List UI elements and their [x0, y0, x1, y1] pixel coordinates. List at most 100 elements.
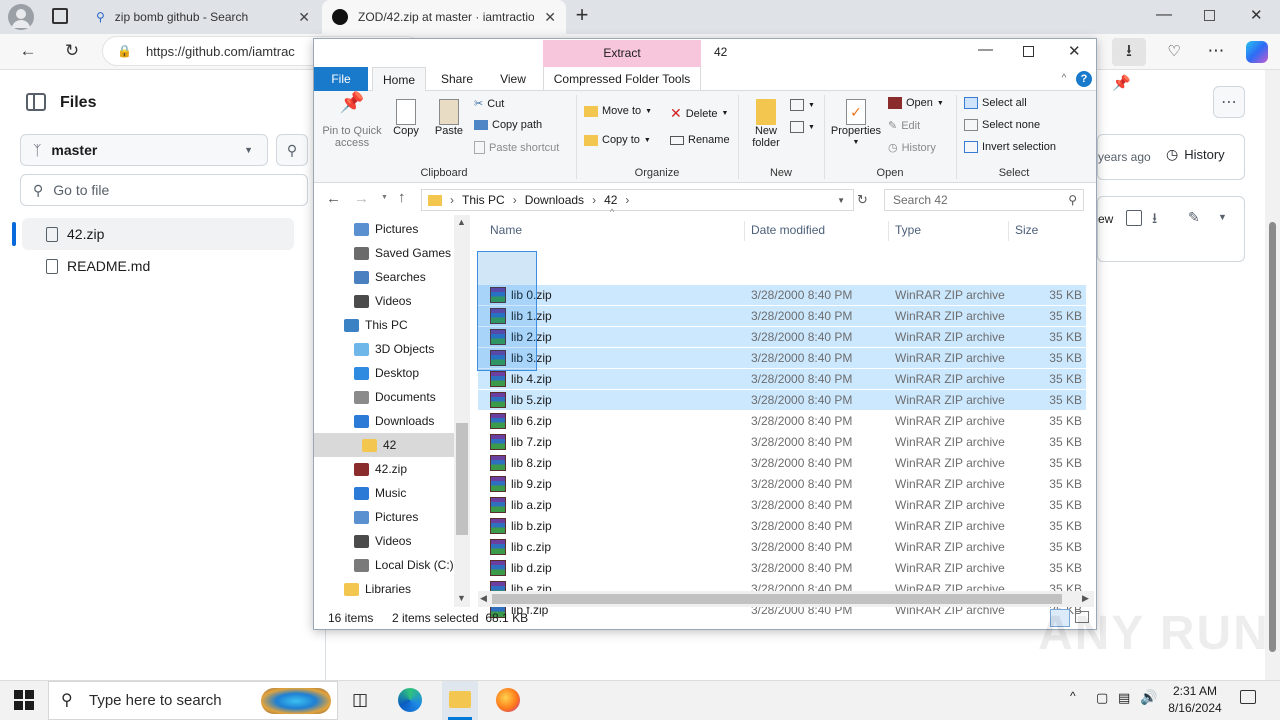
copilot-icon[interactable] [1246, 41, 1268, 63]
more-menu-icon[interactable]: ⋯ [1202, 37, 1230, 65]
more-options-button[interactable]: ⋯ [1213, 86, 1245, 118]
nav-item-music[interactable]: Music [314, 481, 454, 505]
tab-home[interactable]: Home [372, 67, 426, 92]
task-view-icon[interactable]: ◫ [342, 684, 378, 716]
copy-path-button[interactable]: Copy path [474, 119, 542, 131]
back-arrow-icon[interactable]: ← [14, 37, 42, 65]
close-icon[interactable]: ✕ [298, 9, 310, 26]
nav-item-documents[interactable]: Documents [314, 385, 454, 409]
file-row[interactable]: lib 7.zip 3/28/2000 8:40 PM WinRAR ZIP arc… [478, 432, 1086, 453]
browser-tab-search[interactable]: ⚲ zip bomb github - Search ✕ [86, 0, 320, 34]
cut-button[interactable]: ✂ Cut [474, 97, 504, 111]
raw-button[interactable]: ew [1098, 212, 1113, 226]
history-button[interactable]: ◷ History [888, 141, 936, 155]
nav-item-this-pc[interactable]: This PC [314, 313, 454, 337]
copy-button[interactable]: Copy [388, 97, 424, 137]
new-item-button[interactable]: ▼ [790, 99, 815, 111]
downloads-icon[interactable]: ⭳ [1112, 38, 1146, 66]
tab-compressed-folder-tools[interactable]: Compressed Folder Tools [543, 67, 701, 91]
file-row[interactable]: lib b.zip 3/28/2000 8:40 PM WinRAR ZIP arc… [478, 516, 1086, 537]
file-explorer-taskbar-button[interactable] [442, 681, 478, 720]
tab-actions-icon[interactable] [52, 8, 68, 24]
scroll-right-icon[interactable]: ▶ [1082, 593, 1089, 604]
scrollbar-thumb[interactable] [492, 594, 1062, 604]
easy-access-button[interactable]: ▼ [790, 121, 815, 133]
move-to-button[interactable]: Move to ▼ [584, 105, 652, 117]
show-hidden-icons-icon[interactable]: ^ [1070, 689, 1076, 703]
paste-shortcut-button[interactable]: Paste shortcut [474, 141, 559, 154]
file-row[interactable]: lib 9.zip 3/28/2000 8:40 PM WinRAR ZIP arc… [478, 474, 1086, 495]
close-button[interactable]: ✕ [1068, 42, 1081, 60]
tab-share[interactable]: Share [432, 67, 482, 91]
scroll-left-icon[interactable]: ◀ [480, 593, 487, 604]
column-header-size[interactable]: Size [1015, 223, 1038, 237]
nav-item-pictures[interactable]: Pictures [314, 505, 454, 529]
edge-browser-icon[interactable] [392, 684, 428, 716]
breadcrumb-this-pc[interactable]: This PC [462, 193, 505, 207]
recent-locations-icon[interactable]: ▼ [381, 194, 388, 201]
nav-item-videos[interactable]: Videos [314, 289, 454, 313]
invert-selection-button[interactable]: Invert selection [964, 141, 1056, 153]
tab-view[interactable]: View [490, 67, 536, 91]
open-button[interactable]: Open ▼ [888, 97, 944, 109]
notifications-icon[interactable] [1240, 690, 1256, 704]
tree-item-42-zip[interactable]: 42.zip [22, 218, 294, 250]
breadcrumb-downloads[interactable]: Downloads [525, 193, 584, 207]
go-to-file-input[interactable]: ⚲ Go to file [20, 174, 308, 206]
chevron-down-icon[interactable]: ▼ [837, 196, 845, 205]
file-row[interactable]: lib 4.zip 3/28/2000 8:40 PM WinRAR ZIP arc… [478, 369, 1086, 390]
nav-item-3d-objects[interactable]: 3D Objects [314, 337, 454, 361]
nav-item-desktop[interactable]: Desktop [314, 361, 454, 385]
horizontal-scrollbar[interactable]: ◀ ▶ [478, 591, 1094, 607]
page-scrollbar[interactable] [1265, 70, 1280, 680]
nav-item-42[interactable]: 42 [314, 433, 454, 457]
minimize-button[interactable]: — [978, 41, 993, 58]
file-row[interactable]: lib 6.zip 3/28/2000 8:40 PM WinRAR ZIP arc… [478, 411, 1086, 432]
new-folder-button[interactable]: New folder [744, 97, 788, 149]
extension-icon[interactable]: ♡ [1160, 37, 1188, 65]
close-browser-button[interactable]: ✕ [1250, 6, 1263, 24]
branch-selector[interactable]: ᛉ master ▼ [20, 134, 268, 166]
minimize-browser-button[interactable]: — [1156, 6, 1172, 24]
edit-pencil-icon[interactable]: ✎ [1188, 209, 1200, 226]
collapse-sidebar-icon[interactable] [26, 93, 46, 111]
scroll-down-icon[interactable]: ▼ [457, 593, 466, 603]
scrollbar-thumb[interactable] [1269, 222, 1276, 652]
tab-file[interactable]: File [314, 67, 368, 91]
nav-item-pictures[interactable]: Pictures [314, 217, 454, 241]
breadcrumb[interactable]: › This PC › Downloads › 42 › ▼ [421, 189, 854, 211]
browser-tab-github[interactable]: ZOD/42.zip at master · iamtractio ✕ [322, 0, 566, 34]
scroll-up-icon[interactable]: ▲ [457, 217, 466, 227]
copy-icon[interactable] [1126, 210, 1142, 226]
profile-icon[interactable] [8, 4, 34, 30]
column-header-date[interactable]: Date modified [751, 223, 825, 237]
breadcrumb-42[interactable]: 42 [604, 193, 617, 207]
tree-item-readme[interactable]: README.md [22, 250, 294, 282]
nav-item-42-zip[interactable]: 42.zip [314, 457, 454, 481]
nav-item-searches[interactable]: Searches [314, 265, 454, 289]
file-row[interactable]: lib 1.zip 3/28/2000 8:40 PM WinRAR ZIP arc… [478, 306, 1086, 327]
refresh-icon[interactable]: ↻ [58, 37, 86, 65]
nav-item-downloads[interactable]: Downloads [314, 409, 454, 433]
file-row[interactable]: lib 0.zip 3/28/2000 8:40 PM WinRAR ZIP arc… [478, 285, 1086, 306]
paste-button[interactable]: Paste [430, 97, 468, 137]
nav-item-saved-games[interactable]: Saved Games [314, 241, 454, 265]
refresh-icon[interactable]: ↻ [857, 192, 868, 208]
windows-start-icon[interactable] [14, 690, 34, 710]
select-none-button[interactable]: Select none [964, 119, 1040, 131]
edit-button[interactable]: ✎ Edit [888, 119, 920, 133]
search-box[interactable]: Search 42 ⚲ [884, 189, 1084, 211]
up-arrow-icon[interactable]: ↑ [398, 189, 406, 206]
delete-button[interactable]: ✕ Delete ▼ [670, 105, 728, 122]
new-tab-button[interactable]: + [570, 4, 594, 28]
nav-pane-scrollbar[interactable]: ▲ ▼ [454, 215, 470, 607]
help-icon[interactable]: ? [1076, 71, 1092, 87]
file-row[interactable]: lib 2.zip 3/28/2000 8:40 PM WinRAR ZIP arc… [478, 327, 1086, 348]
taskbar-clock[interactable]: 2:31 AM 8/16/2024 [1160, 683, 1230, 717]
pin-icon[interactable]: 📌 [1112, 74, 1131, 92]
file-row[interactable]: lib 8.zip 3/28/2000 8:40 PM WinRAR ZIP arc… [478, 453, 1086, 474]
file-row[interactable]: lib 3.zip 3/28/2000 8:40 PM WinRAR ZIP arc… [478, 348, 1086, 369]
collapse-ribbon-icon[interactable]: ^ [1056, 67, 1072, 91]
copy-to-button[interactable]: Copy to ▼ [584, 134, 651, 146]
forward-arrow-icon[interactable]: → [354, 190, 369, 207]
